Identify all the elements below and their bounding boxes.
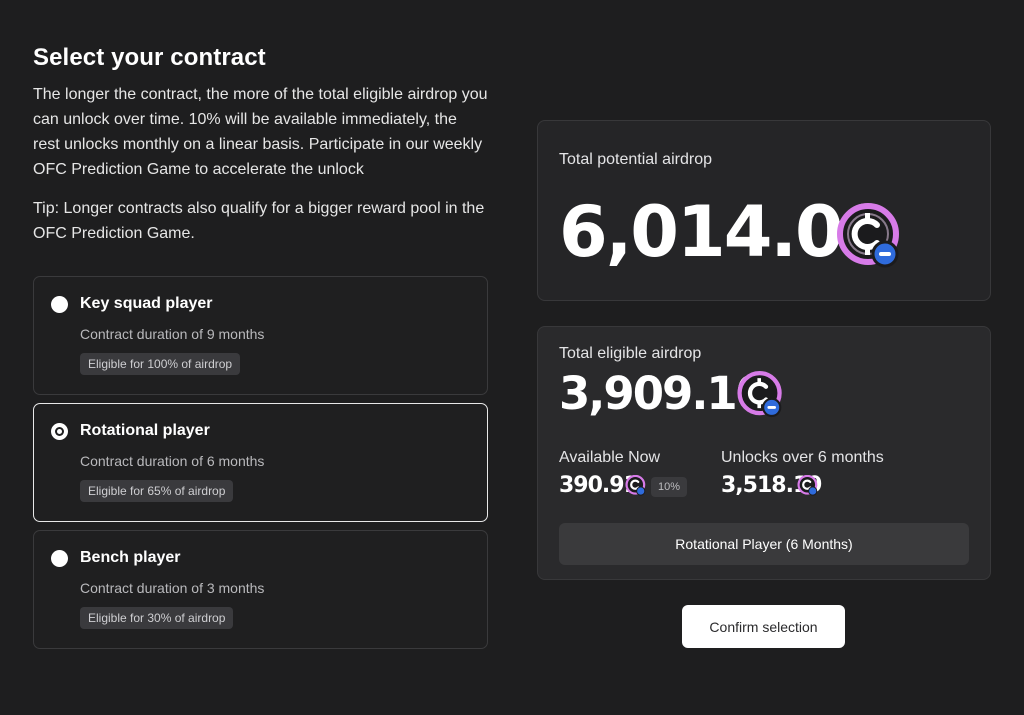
eligibility-badge: Eligible for 100% of airdrop: [80, 353, 241, 375]
contract-options-list: Key squad player Contract duration of 9 …: [33, 276, 488, 657]
ofc-coin-icon: [737, 371, 782, 418]
radio-button[interactable]: [51, 550, 68, 567]
eligibility-badge: Eligible for 65% of airdrop: [80, 480, 234, 502]
option-name: Bench player: [80, 549, 181, 566]
available-percent-badge: 10%: [651, 477, 688, 497]
page-description: The longer the contract, the more of the…: [33, 86, 488, 178]
potential-airdrop-label: Total potential airdrop: [559, 151, 712, 168]
option-name: Rotational player: [80, 422, 210, 439]
available-now-label: Available Now: [559, 449, 661, 466]
selected-contract-summary: Rotational Player (6 Months): [559, 523, 969, 565]
eligibility-badge: Eligible for 30% of airdrop: [80, 607, 234, 629]
ofc-coin-icon: [625, 475, 646, 496]
confirm-selection-button[interactable]: Confirm selection: [682, 605, 845, 648]
eligible-airdrop-label: Total eligible airdrop: [559, 345, 702, 362]
contract-info-column: Select your contract The longer the cont…: [33, 40, 488, 649]
contract-selection-page: Select your contract The longer the cont…: [0, 0, 1024, 715]
option-name: Key squad player: [80, 295, 213, 312]
option-duration: Contract duration of 3 months: [80, 580, 265, 596]
tip-text: Tip: Longer contracts also qualify for a…: [33, 200, 485, 242]
contract-option-bench[interactable]: Bench player Contract duration of 3 mont…: [33, 530, 488, 649]
eligible-airdrop-amount: 3,909.10: [559, 367, 767, 420]
option-duration: Contract duration of 6 months: [80, 453, 265, 469]
eligible-airdrop-card: Total eligible airdrop 3,909.10 Availabl…: [537, 326, 991, 580]
radio-button-selected[interactable]: [51, 423, 68, 440]
ofc-coin-icon: [837, 203, 899, 268]
ofc-coin-icon: [797, 475, 818, 496]
contract-option-rotational[interactable]: Rotational player Contract duration of 6…: [33, 403, 488, 522]
option-duration: Contract duration of 9 months: [80, 326, 265, 342]
unlocks-label: Unlocks over 6 months: [721, 449, 884, 466]
contract-option-key-squad[interactable]: Key squad player Contract duration of 9 …: [33, 276, 488, 395]
page-title: Select your contract: [33, 44, 266, 71]
potential-airdrop-card: Total potential airdrop 6,014.00: [537, 120, 991, 301]
radio-button[interactable]: [51, 296, 68, 313]
